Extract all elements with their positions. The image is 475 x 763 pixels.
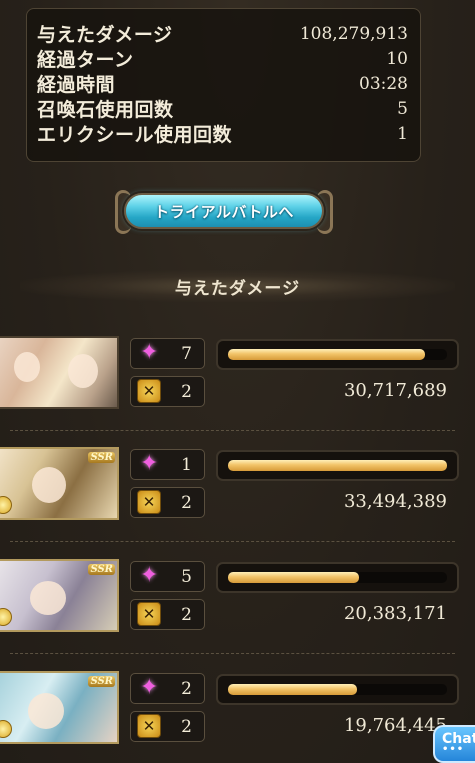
trial-battle-button[interactable]: トライアルバトルへ [124, 193, 324, 229]
crossed-swords-icon: ✕ [137, 602, 161, 626]
attack-count: 2 [181, 717, 192, 737]
damage-gauge [216, 562, 459, 593]
sparkle-icon: ✦ [140, 451, 159, 476]
stat-label: 経過ターン [37, 49, 134, 71]
damage-gauge [216, 339, 459, 370]
damage-gauge [216, 450, 459, 481]
stat-label: 経過時間 [37, 74, 116, 96]
character-row: ✦ 7 ✕ 2 30,717,689 [0, 336, 475, 436]
skill-count-pill: ✦ 1 [130, 449, 205, 480]
skill-count-pill: ✦ 5 [130, 561, 205, 592]
stat-value: 5 [397, 98, 408, 119]
ssr-badge: SSR [88, 452, 115, 463]
gauge-track [228, 572, 447, 583]
skill-count: 5 [181, 567, 192, 587]
coin-icon [0, 720, 12, 738]
gauge-fill [228, 460, 447, 471]
portrait-face [32, 467, 66, 503]
skill-count-pill: ✦ 7 [130, 338, 205, 369]
crossed-swords-icon: ✕ [137, 490, 161, 514]
character-row: SSR ✦ 2 ✕ 2 19,764,445 [0, 671, 475, 763]
battle-stats-panel: 与えたダメージ 108,279,913 経過ターン 10 経過時間 03:28 … [26, 8, 421, 162]
gauge-fill [228, 684, 358, 695]
gauge-track [228, 684, 447, 695]
stat-row-elixir: エリクシール使用回数 1 [37, 121, 408, 147]
damage-section-header: 与えたダメージ [20, 270, 455, 302]
damage-value: 19,764,445 [343, 715, 447, 736]
character-portrait[interactable]: SSR [0, 671, 119, 744]
stat-row-time: 経過時間 03:28 [37, 71, 408, 97]
stat-value: 108,279,913 [299, 23, 408, 44]
trial-battle-button-frame: トライアルバトルへ [115, 186, 333, 238]
row-divider [10, 430, 455, 431]
stat-row-damage: 与えたダメージ 108,279,913 [37, 21, 408, 47]
character-portrait[interactable]: SSR [0, 447, 119, 520]
crossed-swords-icon: ✕ [137, 379, 161, 403]
coin-icon [0, 496, 12, 514]
sparkle-icon: ✦ [140, 563, 159, 588]
stat-value: 10 [386, 48, 408, 69]
damage-value: 30,717,689 [343, 380, 447, 401]
character-row: SSR ✦ 1 ✕ 2 33,494,389 [0, 447, 475, 547]
stat-value: 1 [397, 123, 408, 144]
character-row: SSR ✦ 5 ✕ 2 20,383,171 [0, 559, 475, 659]
section-title: 与えたダメージ [174, 278, 301, 299]
portrait-face [14, 352, 40, 382]
portrait-face [68, 354, 98, 388]
skill-count: 1 [181, 455, 192, 475]
attack-count: 2 [181, 382, 192, 402]
portrait-face [28, 693, 64, 729]
row-divider [10, 653, 455, 654]
character-portrait[interactable] [0, 336, 119, 409]
chat-button[interactable]: Chat ••• [433, 725, 475, 763]
sparkle-icon: ✦ [140, 340, 159, 365]
sparkle-icon: ✦ [140, 675, 159, 700]
stat-row-turns: 経過ターン 10 [37, 46, 408, 72]
attack-count-pill: ✕ 2 [130, 711, 205, 742]
coin-icon [0, 608, 12, 626]
crossed-swords-icon: ✕ [137, 714, 161, 738]
attack-count-pill: ✕ 2 [130, 599, 205, 630]
gauge-track [228, 460, 447, 471]
gauge-track [228, 349, 447, 360]
skill-count: 2 [181, 679, 192, 699]
gauge-fill [228, 349, 426, 360]
portrait-face [30, 581, 66, 615]
attack-count: 2 [181, 493, 192, 513]
stat-label: エリクシール使用回数 [37, 124, 233, 146]
skill-count-pill: ✦ 2 [130, 673, 205, 704]
damage-gauge [216, 674, 459, 705]
damage-value: 33,494,389 [343, 491, 447, 512]
attack-count: 2 [181, 605, 192, 625]
ssr-badge: SSR [88, 676, 115, 687]
attack-count-pill: ✕ 2 [130, 487, 205, 518]
skill-count: 7 [181, 344, 192, 364]
character-portrait[interactable]: SSR [0, 559, 119, 632]
stat-label: 召喚石使用回数 [37, 99, 174, 121]
stat-label: 与えたダメージ [37, 24, 173, 46]
stat-row-summons: 召喚石使用回数 5 [37, 96, 408, 122]
stat-value: 03:28 [359, 73, 408, 94]
row-divider [10, 541, 455, 542]
damage-value: 20,383,171 [343, 603, 447, 624]
ssr-badge: SSR [88, 564, 115, 575]
gauge-fill [228, 572, 360, 583]
attack-count-pill: ✕ 2 [130, 376, 205, 407]
